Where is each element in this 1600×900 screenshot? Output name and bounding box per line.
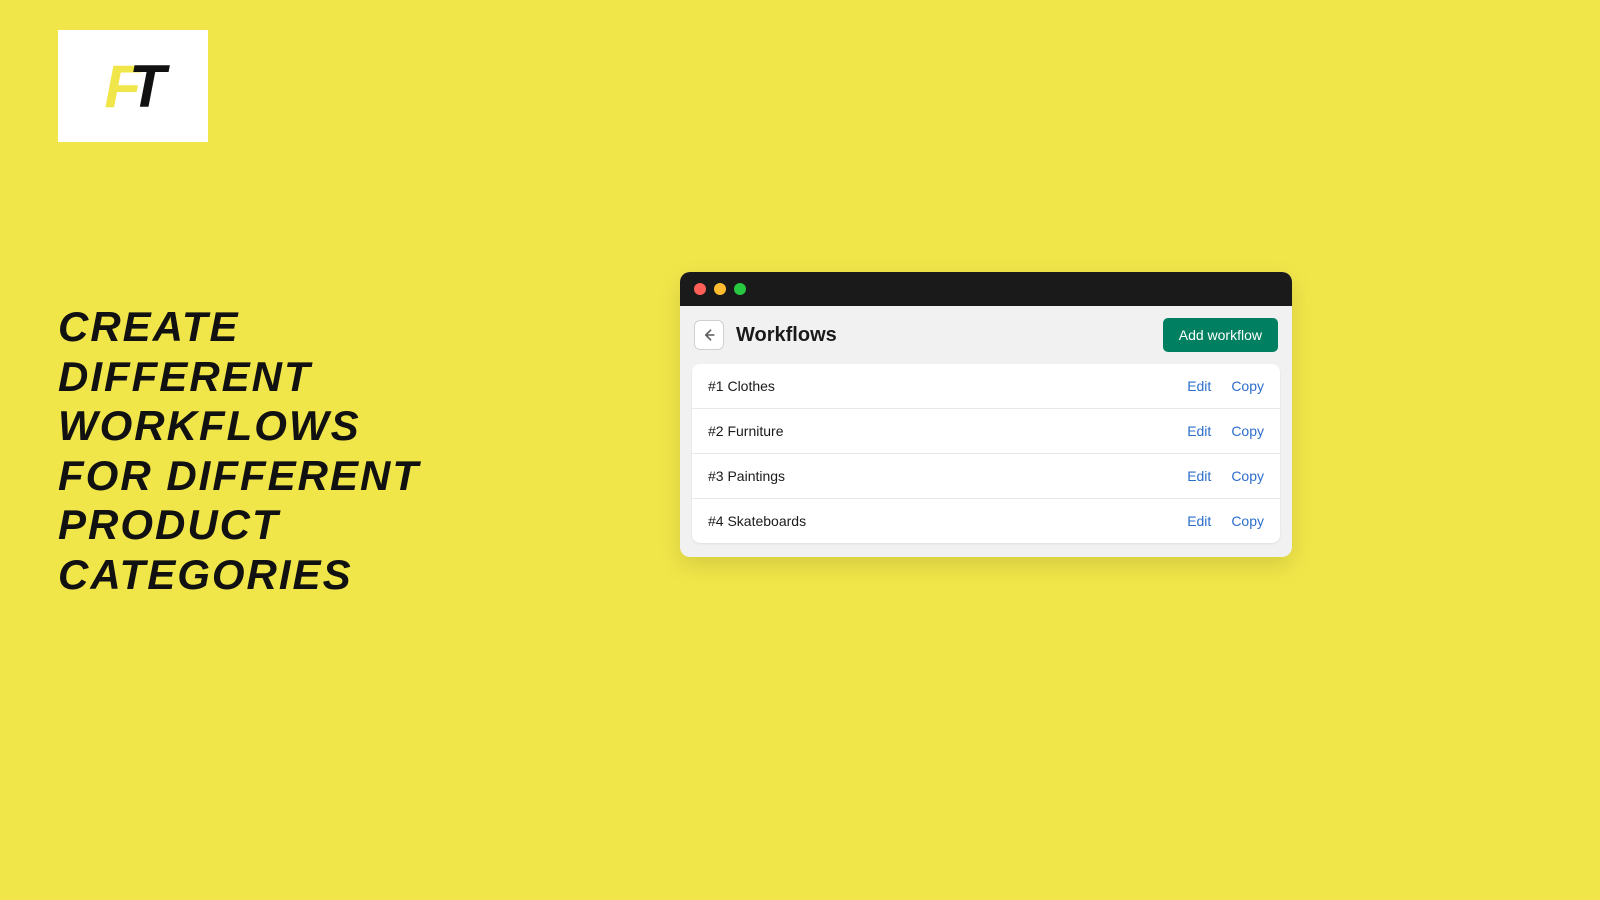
logo: F T: [104, 52, 161, 121]
copy-link[interactable]: Copy: [1231, 423, 1264, 439]
headline-line: WORKFLOWS: [58, 401, 420, 451]
list-item[interactable]: #4 Skateboards Edit Copy: [692, 499, 1280, 543]
app-window: Workflows Add workflow #1 Clothes Edit C…: [680, 272, 1292, 557]
list-item[interactable]: #1 Clothes Edit Copy: [692, 364, 1280, 409]
headline-line: DIFFERENT: [58, 352, 420, 402]
workflow-name: #3 Paintings: [708, 468, 1167, 484]
workflow-name: #1 Clothes: [708, 378, 1167, 394]
back-button[interactable]: [694, 320, 724, 350]
add-workflow-button[interactable]: Add workflow: [1163, 318, 1278, 352]
headline-line: FOR DIFFERENT: [58, 451, 420, 501]
list-item[interactable]: #3 Paintings Edit Copy: [692, 454, 1280, 499]
edit-link[interactable]: Edit: [1187, 378, 1211, 394]
edit-link[interactable]: Edit: [1187, 513, 1211, 529]
workflow-name: #2 Furniture: [708, 423, 1167, 439]
arrow-left-icon: [701, 327, 717, 343]
logo-box: F T: [58, 30, 208, 142]
headline-line: PRODUCT: [58, 500, 420, 550]
window-header: Workflows Add workflow: [680, 306, 1292, 364]
list-item[interactable]: #2 Furniture Edit Copy: [692, 409, 1280, 454]
copy-link[interactable]: Copy: [1231, 468, 1264, 484]
page-title: Workflows: [736, 324, 1151, 347]
edit-link[interactable]: Edit: [1187, 468, 1211, 484]
workflow-list: #1 Clothes Edit Copy #2 Furniture Edit C…: [692, 364, 1280, 543]
close-icon[interactable]: [694, 283, 706, 295]
maximize-icon[interactable]: [734, 283, 746, 295]
minimize-icon[interactable]: [714, 283, 726, 295]
edit-link[interactable]: Edit: [1187, 423, 1211, 439]
copy-link[interactable]: Copy: [1231, 513, 1264, 529]
headline-line: CREATE: [58, 302, 420, 352]
headline: CREATE DIFFERENT WORKFLOWS FOR DIFFERENT…: [58, 302, 420, 599]
logo-letter-t: T: [129, 52, 162, 121]
headline-line: CATEGORIES: [58, 550, 420, 600]
copy-link[interactable]: Copy: [1231, 378, 1264, 394]
window-titlebar: [680, 272, 1292, 306]
workflow-name: #4 Skateboards: [708, 513, 1167, 529]
